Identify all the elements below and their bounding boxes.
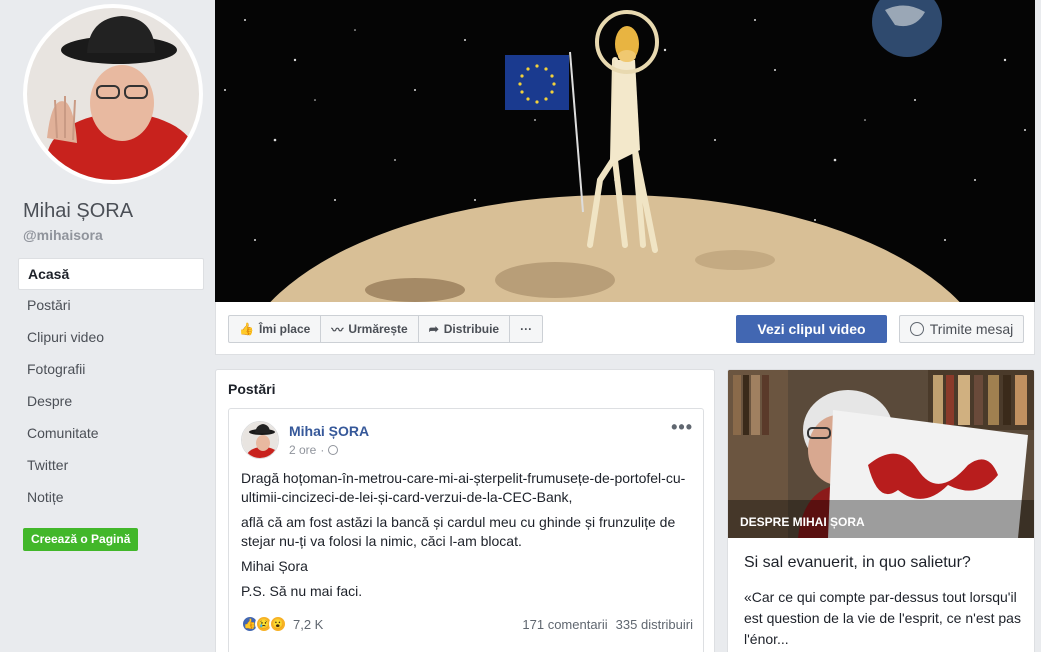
watch-video-button[interactable]: Vezi clipul video (736, 315, 887, 343)
sidebar-item-videos[interactable]: Clipuri video (18, 322, 204, 354)
posts-section: Postări Mihai ȘORA 2 ore · ••• Dragă hoț… (215, 369, 715, 652)
page-actions-group: 👍 Îmi place 〰 Urmărește ➦ Distribuie ··· (228, 315, 544, 343)
like-button[interactable]: 👍 Îmi place (229, 316, 322, 342)
about-label: DESPRE MIHAI ȘORA (740, 515, 865, 529)
about-card: DESPRE MIHAI ȘORA Si sal evanuerit, in q… (727, 369, 1035, 652)
separator-dot: · (320, 443, 325, 457)
about-photo-image (728, 370, 1034, 538)
send-message-label: Trimite mesaj (929, 321, 1014, 337)
post-avatar-image (242, 422, 278, 458)
sidebar-item-photos[interactable]: Fotografii (18, 354, 204, 386)
wow-reaction-icon: 😮 (269, 615, 287, 633)
sidebar-nav: Acasă Postări Clipuri video Fotografii D… (18, 258, 204, 514)
cover-illustration (215, 0, 1035, 302)
post-paragraph: P.S. Să nu mai faci. (241, 583, 363, 599)
about-quote-text: «Car ce qui compte par-dessus tout lorsq… (744, 589, 1021, 647)
page-action-bar: 👍 Îmi place 〰 Urmărește ➦ Distribuie ···… (215, 302, 1035, 355)
post-author-avatar[interactable] (241, 421, 279, 459)
post-body: Dragă hoțoman-în-metrou-care-mi-ai-șterp… (241, 469, 697, 607)
left-sidebar: Mihai ȘORA @mihaisora Acasă Postări Clip… (0, 0, 215, 652)
profile-photo-image (27, 8, 199, 180)
send-message-button[interactable]: Trimite mesaj (899, 315, 1024, 343)
share-label: Distribuie (443, 322, 500, 336)
follow-button[interactable]: 〰 Urmărește (321, 316, 419, 342)
rss-icon: 〰 (331, 322, 344, 337)
reactions-count: 7,2 K (293, 616, 324, 632)
post-stats: 👍 😢 😮 7,2 K 171 comentarii 335 distribui… (241, 615, 693, 633)
thumbs-up-icon: 👍 (239, 322, 254, 336)
post-time-text: 2 ore (289, 443, 317, 457)
sidebar-item-community[interactable]: Comunitate (18, 418, 204, 450)
sidebar-item-posts[interactable]: Postări (18, 290, 204, 322)
share-button[interactable]: ➦ Distribuie (419, 316, 511, 342)
about-quote-title: Si sal evanuerit, in quo salietur? (744, 554, 971, 571)
post-engagement: 171 comentarii 335 distribuiri (522, 617, 693, 632)
sidebar-item-home[interactable]: Acasă (18, 258, 204, 290)
post-paragraph: Dragă hoțoman-în-metrou-care-mi-ai-șterp… (241, 470, 686, 505)
sidebar-item-about[interactable]: Despre (18, 386, 204, 418)
comments-count[interactable]: 171 comentarii (522, 617, 607, 632)
profile-picture[interactable] (23, 4, 203, 184)
page-name[interactable]: Mihai ȘORA (23, 200, 133, 223)
post-paragraph: află că am fost astăzi la bancă și cardu… (241, 514, 676, 549)
page-handle[interactable]: @mihaisora (23, 227, 103, 243)
post-timestamp[interactable]: 2 ore · (289, 443, 339, 457)
post-paragraph: Mihai Șora (241, 558, 308, 574)
reactions-summary[interactable]: 👍 😢 😮 7,2 K (241, 615, 323, 633)
posts-section-title: Postări (228, 381, 276, 397)
post-options-button[interactable]: ••• (671, 417, 693, 438)
sidebar-item-twitter[interactable]: Twitter (18, 450, 204, 482)
follow-label: Urmărește (348, 322, 408, 336)
post-author-name[interactable]: Mihai ȘORA (289, 423, 369, 439)
post-card: Mihai ȘORA 2 ore · ••• Dragă hoțoman-în-… (228, 408, 704, 652)
messenger-icon (909, 322, 924, 336)
sidebar-item-notes[interactable]: Notițe (18, 482, 204, 514)
about-photo[interactable]: DESPRE MIHAI ȘORA (728, 370, 1034, 538)
globe-icon (328, 445, 339, 455)
like-label: Îmi place (258, 322, 311, 336)
shares-count[interactable]: 335 distribuiri (616, 617, 693, 632)
create-page-button[interactable]: Creează o Pagină (23, 528, 139, 551)
more-actions-button[interactable]: ··· (510, 316, 542, 342)
share-arrow-icon: ➦ (428, 322, 439, 336)
cover-photo[interactable] (215, 0, 1035, 302)
